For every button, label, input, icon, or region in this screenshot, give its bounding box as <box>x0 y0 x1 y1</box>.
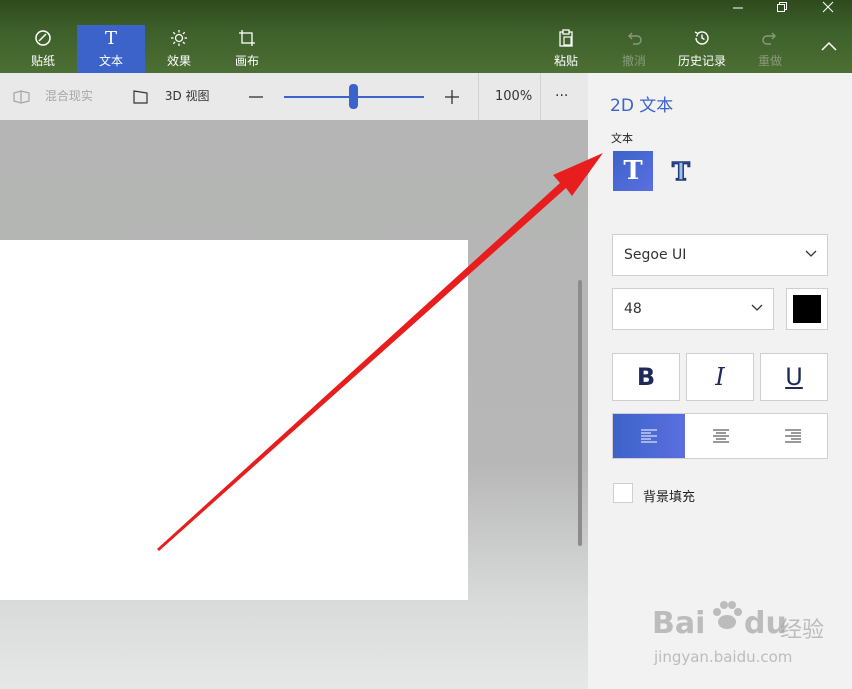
font-size-value: 48 <box>624 301 642 317</box>
font-family-dropdown[interactable]: Segoe UI <box>612 234 828 276</box>
minus-icon <box>249 95 263 98</box>
align-right-icon <box>785 429 801 443</box>
text-3d-icon: T <box>671 156 691 187</box>
plus-icon <box>445 89 459 104</box>
tool-label: 贴纸 <box>30 54 55 68</box>
mixed-reality-label: 混合现实 <box>44 89 93 103</box>
baidu-watermark: Bai du 经验 jingyan.baidu.com <box>652 598 832 678</box>
text-2d-button[interactable]: T <box>613 151 653 191</box>
italic-button[interactable]: I <box>686 353 754 401</box>
minimize-button[interactable] <box>716 0 760 18</box>
toolbar-divider <box>478 73 479 120</box>
align-left-icon <box>641 429 657 443</box>
align-center-icon <box>713 429 729 443</box>
redo-icon <box>736 29 804 49</box>
text-color-button[interactable] <box>786 288 828 330</box>
alignment-group <box>612 413 828 459</box>
color-swatch <box>793 295 821 323</box>
history-label: 历史记录 <box>677 54 726 68</box>
tool-label: 画布 <box>234 54 259 68</box>
zoom-level[interactable]: 100% <box>495 73 532 120</box>
zoom-slider-thumb[interactable] <box>349 84 358 109</box>
paste-button[interactable]: 粘贴 <box>532 25 600 73</box>
view-3d-button[interactable]: 3D 视图 <box>133 73 210 120</box>
panel-title: 2D 文本 <box>610 96 674 116</box>
view-3d-label: 3D 视图 <box>164 89 210 103</box>
close-button[interactable] <box>806 0 850 18</box>
background-fill-checkbox[interactable] <box>613 483 633 503</box>
restore-icon <box>777 2 787 12</box>
chevron-down-icon <box>751 304 763 311</box>
watermark-brand: Bai <box>652 606 706 641</box>
redo-button[interactable]: 重做 <box>736 25 804 73</box>
canvas-crop-icon <box>213 29 281 49</box>
font-family-value: Segoe UI <box>624 247 687 263</box>
paste-label: 粘贴 <box>553 54 578 68</box>
chevron-down-icon <box>805 250 817 257</box>
underline-button[interactable]: U <box>760 353 828 401</box>
align-right-button[interactable] <box>757 414 829 458</box>
text-side-panel: 2D 文本 文本 T T Segoe UI 48 B I U 背景填充 <box>588 73 852 689</box>
effects-sun-icon <box>145 29 213 49</box>
redo-label: 重做 <box>757 54 782 68</box>
tool-effects[interactable]: 效果 <box>145 25 213 73</box>
chevron-up-icon <box>821 41 837 51</box>
paw-icon <box>713 601 742 629</box>
tool-text[interactable]: T 文本 <box>77 25 145 73</box>
vertical-scrollbar[interactable] <box>578 280 582 546</box>
zoom-out-button[interactable] <box>248 73 264 120</box>
font-size-dropdown[interactable]: 48 <box>612 288 774 330</box>
bold-button[interactable]: B <box>612 353 680 401</box>
svg-text:T: T <box>672 157 690 186</box>
close-icon <box>822 1 834 13</box>
history-button[interactable]: 历史记录 <box>668 25 736 73</box>
toolbar-divider <box>540 73 541 120</box>
tool-label: 效果 <box>166 54 191 68</box>
drawing-canvas[interactable] <box>0 240 468 600</box>
watermark-suffix: 经验 <box>780 618 825 643</box>
mixed-reality-icon <box>13 89 30 104</box>
background-fill-label: 背景填充 <box>643 490 696 505</box>
collapse-ribbon-button[interactable] <box>820 38 838 56</box>
text-3d-button[interactable]: T <box>662 151 702 191</box>
undo-icon <box>600 29 668 49</box>
tool-stickers[interactable]: 贴纸 <box>9 25 77 73</box>
mixed-reality-button[interactable]: 混合现实 <box>13 73 93 120</box>
paste-icon <box>532 29 600 49</box>
align-center-button[interactable] <box>685 414 757 458</box>
watermark-url: jingyan.baidu.com <box>654 648 793 666</box>
align-left-button[interactable] <box>613 414 685 458</box>
text-icon: T <box>104 28 117 49</box>
sticker-icon <box>9 29 77 49</box>
zoom-in-button[interactable] <box>444 73 460 120</box>
tool-label: 文本 <box>98 54 123 68</box>
restore-button[interactable] <box>760 0 804 18</box>
undo-label: 撤消 <box>621 54 646 68</box>
minimize-icon <box>733 7 743 9</box>
more-options-button[interactable]: ··· <box>555 73 568 120</box>
undo-button[interactable]: 撤消 <box>600 25 668 73</box>
text-section-label: 文本 <box>611 132 633 145</box>
history-icon <box>668 29 736 49</box>
view-3d-icon <box>133 89 148 104</box>
text-2d-icon: T <box>623 156 643 186</box>
tool-canvas[interactable]: 画布 <box>213 25 281 73</box>
